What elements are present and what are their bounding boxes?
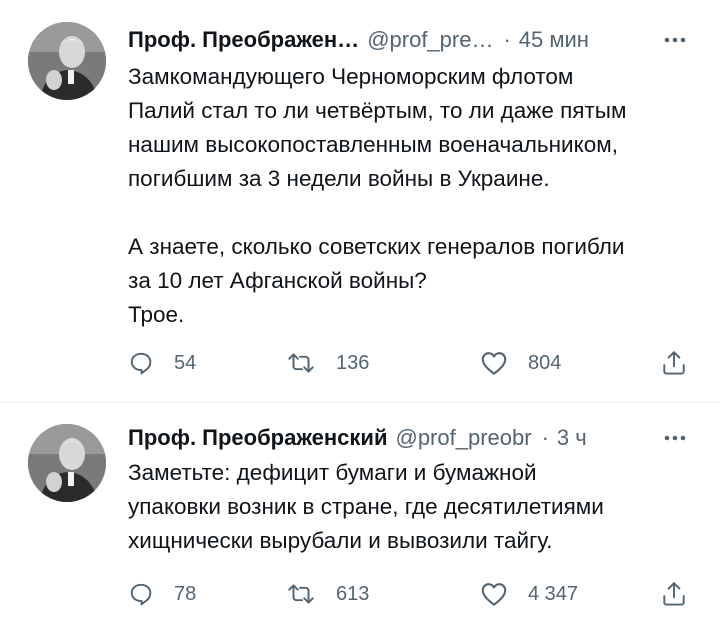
retweet-button[interactable]: 136 xyxy=(286,346,369,380)
retweet-count: 136 xyxy=(336,351,370,374)
share-icon xyxy=(661,349,687,377)
avatar[interactable] xyxy=(28,424,106,502)
avatar-photo xyxy=(28,22,106,100)
author-handle[interactable]: @prof_preobr xyxy=(395,425,531,451)
like-button[interactable]: 804 xyxy=(480,346,561,380)
timestamp[interactable]: 45 мин xyxy=(519,27,589,53)
like-button[interactable]: 4 347 xyxy=(480,577,578,611)
tweet[interactable]: Проф. Преображен… @prof_pre… · 45 мин За… xyxy=(0,0,720,403)
reply-button[interactable]: 78 xyxy=(128,577,196,611)
reply-count: 54 xyxy=(174,351,197,374)
avatar-photo xyxy=(28,424,106,502)
ellipsis-icon[interactable] xyxy=(658,423,692,453)
tweet-header: Проф. Преображен… @prof_pre… · 45 мин xyxy=(128,25,692,55)
tweet-header: Проф. Преображенский @prof_preobr · 3 ч xyxy=(128,423,692,453)
tweet-actions: 54 136 804 xyxy=(128,346,696,380)
author-name[interactable]: Проф. Преображенский xyxy=(128,425,387,451)
retweet-count: 613 xyxy=(336,582,370,605)
reply-icon xyxy=(128,581,154,607)
reply-count: 78 xyxy=(174,582,197,605)
share-button[interactable] xyxy=(661,346,687,380)
retweet-button[interactable]: 613 xyxy=(286,577,369,611)
retweet-icon xyxy=(286,581,316,607)
tweet-text: Замкомандующего Черноморским флотом Пали… xyxy=(128,64,627,327)
like-count: 804 xyxy=(528,351,562,374)
avatar[interactable] xyxy=(28,22,106,100)
tweet-text: Заметьте: дефицит бумаги и бумажной упак… xyxy=(128,460,604,553)
like-icon xyxy=(480,581,508,607)
share-button[interactable] xyxy=(661,577,687,611)
separator-dot: · xyxy=(541,425,549,450)
reply-button[interactable]: 54 xyxy=(128,346,196,380)
author-name[interactable]: Проф. Преображен… xyxy=(128,27,359,53)
reply-icon xyxy=(128,350,154,376)
like-icon xyxy=(480,350,508,376)
author-handle[interactable]: @prof_pre… xyxy=(367,27,493,53)
like-count: 4 347 xyxy=(528,582,579,605)
tweet-actions: 78 613 4 347 xyxy=(128,577,696,611)
retweet-icon xyxy=(286,350,316,376)
timestamp[interactable]: 3 ч xyxy=(557,425,587,451)
separator-dot: · xyxy=(503,27,511,52)
share-icon xyxy=(661,580,687,608)
ellipsis-icon[interactable] xyxy=(658,25,692,55)
tweet[interactable]: Проф. Преображенский @prof_preobr · 3 ч … xyxy=(0,404,720,639)
